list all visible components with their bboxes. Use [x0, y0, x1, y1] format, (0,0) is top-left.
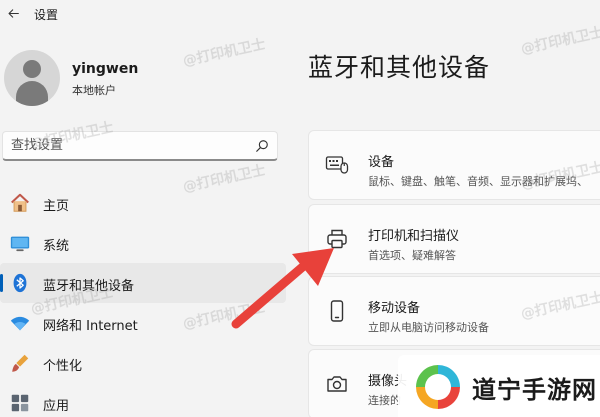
card-title: 打印机和扫描仪: [368, 229, 460, 244]
avatar: [4, 50, 60, 106]
card-subtitle: 首选项、疑难解答: [368, 249, 456, 262]
sidebar-item-label: 应用: [43, 399, 70, 414]
user-profile[interactable]: yingwen 本地帐户: [4, 50, 284, 106]
sidebar-item-label: 主页: [43, 199, 70, 214]
mobile-devices-card[interactable]: 移动设备 立即从电脑访问移动设备: [308, 276, 600, 346]
brand-logo-icon: [416, 365, 460, 409]
card-title: 设备: [368, 155, 395, 170]
devices-card[interactable]: 设备 鼠标、键盘、触笔、音频、显示器和扩展坞、: [308, 130, 600, 200]
system-icon: [10, 236, 30, 252]
nav-list: 主页 系统 蓝牙和其他设备 网络和 Internet 个性化 应用: [0, 183, 290, 417]
back-button[interactable]: [0, 2, 26, 24]
card-subtitle: 鼠标、键盘、触笔、音频、显示器和扩展坞、: [368, 175, 588, 188]
camera-icon: [327, 376, 347, 392]
bluetooth-icon: [13, 273, 27, 293]
page-title: 蓝牙和其他设备: [308, 53, 491, 82]
sidebar-item-label: 蓝牙和其他设备: [43, 279, 135, 294]
printer-icon: [327, 229, 347, 249]
sidebar-item-label: 系统: [43, 239, 70, 254]
brush-icon: [12, 354, 29, 372]
home-icon: [11, 193, 29, 212]
phone-icon: [330, 300, 344, 322]
search-input[interactable]: [3, 132, 243, 159]
card-title: 移动设备: [368, 301, 421, 316]
sidebar: yingwen 本地帐户 主页: [0, 28, 300, 417]
sidebar-item-system[interactable]: 系统: [0, 223, 286, 263]
apps-icon: [11, 394, 29, 412]
devices-icon: [325, 156, 349, 174]
brand-badge: 道宁手游网: [398, 355, 600, 417]
sidebar-item-label: 网络和 Internet: [43, 319, 138, 334]
sidebar-item-label: 个性化: [43, 359, 83, 374]
printers-card[interactable]: 打印机和扫描仪 首选项、疑难解答: [308, 204, 600, 274]
sidebar-item-home[interactable]: 主页: [0, 183, 286, 223]
card-subtitle: 立即从电脑访问移动设备: [368, 321, 489, 334]
search-box[interactable]: [2, 131, 278, 161]
user-name: yingwen: [72, 61, 139, 77]
sidebar-item-personalization[interactable]: 个性化: [0, 343, 286, 383]
sidebar-item-bluetooth[interactable]: 蓝牙和其他设备: [0, 263, 286, 303]
sidebar-item-network[interactable]: 网络和 Internet: [0, 303, 286, 343]
card-subtitle: 连接的: [368, 394, 401, 407]
settings-window: 设置 yingwen 本地帐户 查找设置 主页 系统 蓝牙和其他设备 网络和 I…: [0, 0, 600, 417]
back-arrow-icon: [8, 8, 19, 18]
sidebar-item-apps[interactable]: 应用: [0, 383, 286, 417]
account-type: 本地帐户: [72, 84, 116, 97]
window-title: 设置: [34, 8, 59, 22]
wifi-icon: [10, 316, 30, 331]
brand-name: 道宁手游网: [472, 376, 597, 404]
search-icon[interactable]: [255, 139, 269, 153]
